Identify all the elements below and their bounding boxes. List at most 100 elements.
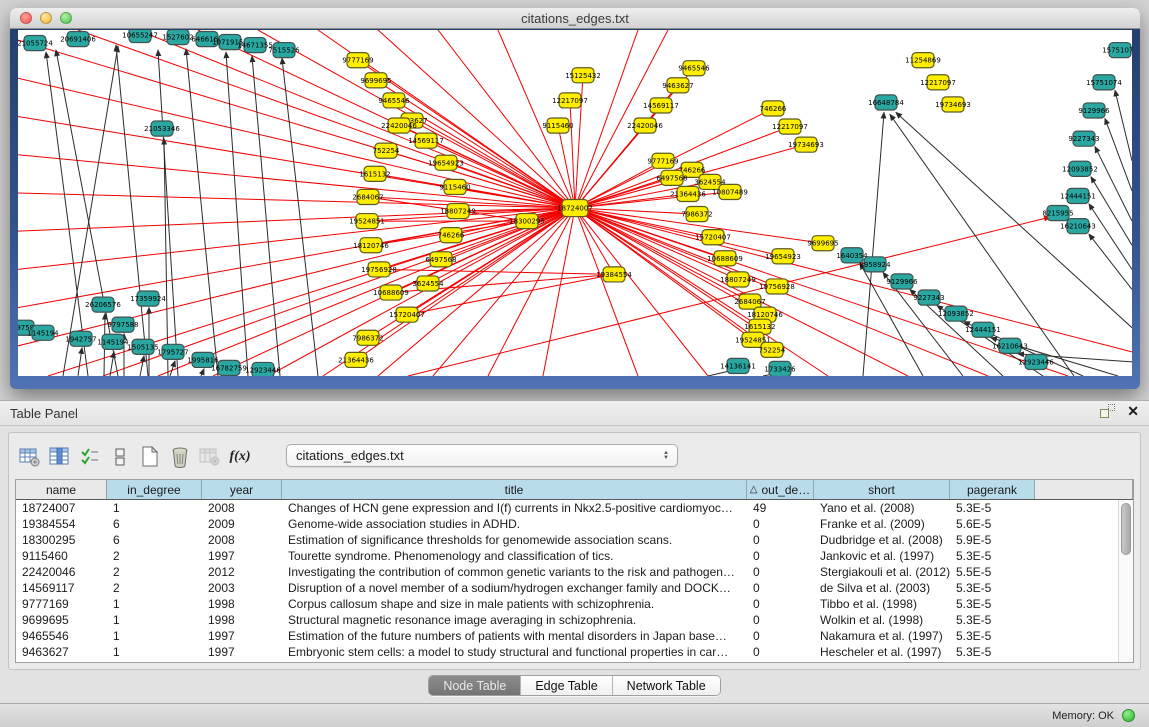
graph-node[interactable]: 22420046 [627,118,663,133]
table-row[interactable]: 1938455462009Genome-wide association stu… [16,516,1118,532]
table-row[interactable]: 1456911722003Disruption of a novel membe… [16,580,1118,596]
graph-node[interactable]: 12093852 [1062,161,1098,176]
graph-node[interactable]: 11254869 [905,53,941,68]
graph-node[interactable]: 9777169 [342,53,373,68]
graph-node[interactable]: 12217097 [772,119,808,134]
graph-node[interactable]: 12093852 [938,306,974,321]
table-row[interactable]: 946362711997Embryonic stem cells: a mode… [16,644,1118,660]
new-document-icon[interactable] [135,443,165,471]
select-all-icon[interactable] [75,443,105,471]
graph-node[interactable]: 9699695 [807,236,838,251]
table-row[interactable]: 969969511998Structural magnetic resonanc… [16,612,1118,628]
graph-node[interactable]: 17359924 [130,291,166,306]
graph-node[interactable]: 752254 [373,143,400,158]
graph-node[interactable]: 16210643 [992,338,1028,353]
graph-node[interactable]: 9797588 [107,317,138,332]
graph-node[interactable]: 21364436 [338,352,374,367]
graph-node[interactable]: 1527602 [162,30,193,45]
graph-node[interactable]: 9699695 [360,73,391,88]
graph-node[interactable]: 18120746 [353,238,389,253]
graph-node[interactable]: 16782759 [211,360,247,375]
graph-node[interactable]: 7986372 [681,207,712,222]
graph-node[interactable]: 9465546 [378,93,410,108]
network-canvas[interactable]: 1872400718300295193845549777169746266649… [18,30,1132,376]
graph-node[interactable]: 19524851 [349,214,385,229]
graph-node[interactable]: 9115460 [439,179,470,194]
graph-node[interactable]: 16210643 [1060,219,1096,234]
graph-node[interactable]: 2684067 [352,189,383,204]
table-row[interactable]: 1872400712008Changes of HCN gene express… [16,500,1118,516]
graph-node[interactable]: 6497568 [425,252,456,267]
graph-node[interactable]: 12923446 [1018,354,1054,369]
graph-node[interactable]: 1942757 [65,331,96,346]
column-header-name[interactable]: name [16,480,107,499]
graph-node[interactable]: 1615132 [359,166,390,181]
graph-node[interactable]: 19756928 [759,279,795,294]
graph-node[interactable]: 21053346 [144,121,180,136]
graph-node[interactable]: 9129966 [886,274,918,289]
tab-network-table[interactable]: Network Table [613,676,720,695]
graph-node[interactable]: 21364436 [670,186,706,201]
graph-node[interactable]: 1145194 [27,325,59,340]
column-header-out_de[interactable]: △out_de… [747,480,814,499]
graph-node[interactable]: 18724007 [557,199,593,216]
graph-node[interactable]: 1733426 [764,361,796,376]
graph-node[interactable]: 9227343 [913,290,944,305]
graph-node[interactable]: 15125432 [565,68,601,83]
graph-node[interactable]: 1505135 [127,339,158,354]
column-header-title[interactable]: title [282,480,747,499]
close-panel-icon[interactable]: ✕ [1127,404,1139,418]
network-graph[interactable]: 1872400718300295193845549777169746266649… [18,30,1132,376]
table-mode-icon[interactable] [15,443,45,471]
graph-node[interactable]: 8958924 [859,257,891,272]
graph-node[interactable]: 1795727 [157,344,188,359]
graph-node[interactable]: 26206576 [85,297,121,312]
graph-node[interactable]: 12444151 [1060,188,1096,203]
graph-node[interactable]: 19734693 [935,97,971,112]
tab-node-table[interactable]: Node Table [429,676,521,695]
float-window-icon[interactable] [1100,404,1115,418]
graph-node[interactable]: 12444151 [965,322,1001,337]
table-row[interactable]: 1830029562008Estimation of significance … [16,532,1118,548]
graph-node[interactable]: 15751074 [1102,43,1132,58]
graph-node[interactable]: 12217097 [552,93,588,108]
graph-node[interactable]: 7986372 [352,330,383,345]
graph-node[interactable]: 19654923 [428,155,464,170]
graph-node[interactable]: 21055724 [18,36,53,51]
graph-node[interactable]: 9463627 [662,78,693,93]
column-header-short[interactable]: short [814,480,950,499]
graph-node[interactable]: 8215955 [1042,206,1073,221]
graph-node[interactable]: 10807489 [712,184,748,199]
graph-node[interactable]: 14569117 [643,98,679,113]
graph-node[interactable]: 9115460 [542,118,573,133]
graph-node[interactable]: 7515526 [268,43,300,58]
graph-node[interactable]: 10688609 [373,285,409,300]
graph-node[interactable]: 752254 [759,342,786,357]
graph-node[interactable]: 10655247 [122,30,158,43]
tab-edge-table[interactable]: Edge Table [521,676,612,695]
table-row[interactable]: 2242004622012Investigating the contribut… [16,564,1118,580]
row-height-icon[interactable] [105,443,135,471]
graph-node[interactable]: 9129966 [1078,103,1110,118]
column-header-year[interactable]: year [202,480,282,499]
table-scrollbar-thumb[interactable] [1121,503,1131,555]
graph-node[interactable]: 20691406 [60,32,96,47]
import-table-icon[interactable] [195,443,225,471]
graph-node[interactable]: 19654923 [765,249,801,264]
graph-node[interactable]: 16648784 [868,95,904,110]
graph-node[interactable]: 15751074 [1086,75,1122,90]
graph-node[interactable]: 746266 [438,228,465,243]
table-row[interactable]: 946554611997Estimation of the future num… [16,628,1118,644]
graph-node[interactable]: 12217097 [920,75,956,90]
graph-node[interactable]: 9465546 [678,61,710,76]
graph-node[interactable]: 746266 [760,101,787,116]
graph-node[interactable]: 18807249 [720,272,756,287]
graph-node[interactable]: 9777169 [647,153,678,168]
graph-node[interactable]: 15720407 [389,307,425,322]
graph-node[interactable]: 19734693 [788,137,824,152]
graph-node[interactable]: 6497568 [656,170,687,185]
column-header-pagerank[interactable]: pagerank [950,480,1035,499]
graph-node[interactable]: 12923446 [245,362,281,376]
show-columns-icon[interactable] [45,443,75,471]
table-select-dropdown[interactable]: citations_edges.txt ▲▼ [286,444,678,467]
